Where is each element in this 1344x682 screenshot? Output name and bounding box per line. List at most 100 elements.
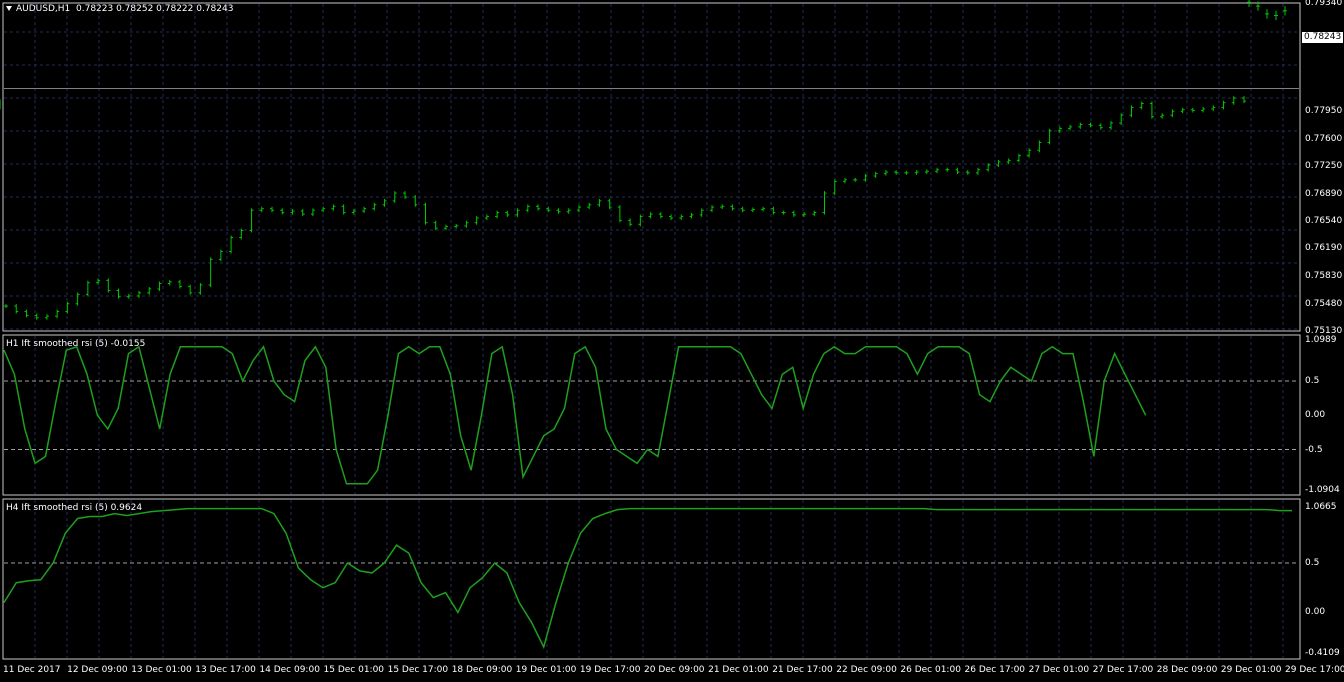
pane-frames	[2, 2, 1301, 660]
price-bar	[413, 195, 418, 207]
price-bar	[177, 279, 182, 289]
time-scale-label: 19 Dec 01:00	[515, 665, 577, 675]
price-bar	[4, 304, 8, 309]
price-bar	[1088, 122, 1093, 128]
h4-scale-label: -0.4109	[1305, 648, 1340, 658]
price-bar	[935, 167, 940, 174]
chart-canvas[interactable]	[0, 0, 1344, 682]
price-scale-label: 0.76190	[1305, 243, 1343, 254]
price-bar	[597, 198, 602, 207]
price-bar	[1108, 121, 1113, 130]
time-scale-label: 26 Dec 01:00	[900, 665, 961, 675]
price-bar	[44, 314, 49, 320]
time-scale-label: 26 Dec 17:00	[964, 665, 1026, 675]
price-bar	[321, 206, 326, 213]
h4-scale-label: 1.0665	[1305, 502, 1337, 512]
price-bar	[945, 167, 950, 172]
price-bar	[249, 208, 254, 233]
price-bar	[433, 220, 438, 231]
price-bar	[883, 170, 888, 176]
time-scale-label: 22 Dec 09:00	[836, 665, 897, 675]
h4-indicator-title: H4 Ift smoothed rsi (5) 0.9624	[6, 503, 143, 513]
price-bar	[1201, 107, 1206, 113]
price-bar	[229, 235, 234, 254]
time-scale-label: 12 Dec 09:00	[67, 665, 128, 675]
price-bar	[566, 208, 571, 214]
time-scale-label: 20 Dec 09:00	[644, 665, 705, 675]
price-bar	[1139, 101, 1144, 110]
price-bar	[628, 218, 633, 227]
price-bar	[1129, 105, 1134, 118]
price-bar	[1068, 124, 1073, 131]
price-bar	[106, 278, 111, 293]
price-bar	[996, 159, 1001, 167]
price-bar	[300, 209, 305, 217]
price-bar	[1180, 107, 1185, 114]
price-scale-label: 0.76890	[1305, 188, 1343, 199]
h1-indicator-title: H1 Ift smoothed rsi (5) -0.0155	[6, 339, 146, 349]
price-bar	[310, 208, 315, 217]
price-bar	[965, 170, 970, 175]
time-scale-label: 29 Dec 17:00	[1285, 665, 1344, 675]
pane-frame-0	[2, 2, 1301, 332]
collapse-triangle-icon[interactable]	[6, 6, 12, 11]
price-bar	[259, 206, 264, 213]
price-bar	[975, 167, 980, 175]
price-bar	[505, 210, 510, 217]
price-bar	[812, 210, 817, 217]
price-scale-label: 0.76540	[1305, 216, 1343, 227]
pane-frame-2	[2, 498, 1301, 660]
price-bar	[443, 224, 448, 231]
price-bar	[382, 198, 387, 207]
price-scale-label: 0.77950	[1305, 106, 1343, 117]
h1-scale-label: -0.5	[1305, 444, 1323, 455]
price-bar	[761, 206, 766, 212]
price-bar	[525, 204, 530, 213]
current-price-tag: 0.78243	[1302, 32, 1344, 43]
price-bar	[403, 191, 408, 199]
time-scale-label: 21 Dec 01:00	[708, 665, 769, 675]
price-bar	[730, 204, 735, 211]
h4-scale-label: 0.00	[1305, 607, 1326, 618]
price-bar	[167, 279, 172, 286]
price-bar	[1211, 105, 1216, 111]
price-bar	[924, 169, 929, 175]
price-bar	[781, 210, 786, 215]
time-scale-label: 13 Dec 17:00	[195, 665, 256, 675]
time-scale-label: 13 Dec 01:00	[131, 665, 192, 675]
price-bar	[1016, 153, 1021, 163]
price-bar	[280, 208, 285, 215]
price-scale-label: 0.75480	[1305, 298, 1343, 309]
price-bar	[372, 202, 377, 211]
price-bar	[1242, 96, 1246, 104]
price-bar	[147, 286, 152, 295]
price-bar	[689, 212, 694, 219]
price-scale-label: 0.75830	[1305, 271, 1343, 282]
price-bar	[208, 257, 213, 287]
h4-scale-label: 0.5	[1305, 557, 1320, 568]
price-bar	[85, 280, 90, 297]
price-bar	[75, 292, 80, 306]
price-scale-label: 0.77600	[1305, 133, 1343, 144]
price-bar	[669, 214, 674, 220]
symbol-label: AUDUSD,H1	[16, 4, 71, 14]
price-bar	[536, 204, 541, 211]
price-bar	[218, 249, 223, 262]
time-scale-label: 27 Dec 01:00	[1028, 665, 1090, 675]
price-bar	[495, 210, 500, 219]
price-bar	[740, 206, 745, 213]
price-bar	[556, 208, 561, 214]
price-bar	[157, 281, 162, 291]
price-bar	[55, 309, 60, 319]
price-bar	[1190, 107, 1195, 113]
time-scale-label: 19 Dec 17:00	[579, 665, 641, 675]
price-bar	[894, 170, 899, 175]
h1-scale-label: 1.0989	[1305, 335, 1337, 345]
time-scale-label: 27 Dec 17:00	[1092, 665, 1154, 675]
h1-scale-label: 0.5	[1305, 376, 1320, 387]
price-bar	[914, 170, 919, 175]
price-bar	[1037, 140, 1042, 153]
price-bar	[65, 301, 70, 314]
h1-scale-label: -1.0904	[1305, 485, 1340, 495]
price-bar	[1098, 123, 1103, 130]
